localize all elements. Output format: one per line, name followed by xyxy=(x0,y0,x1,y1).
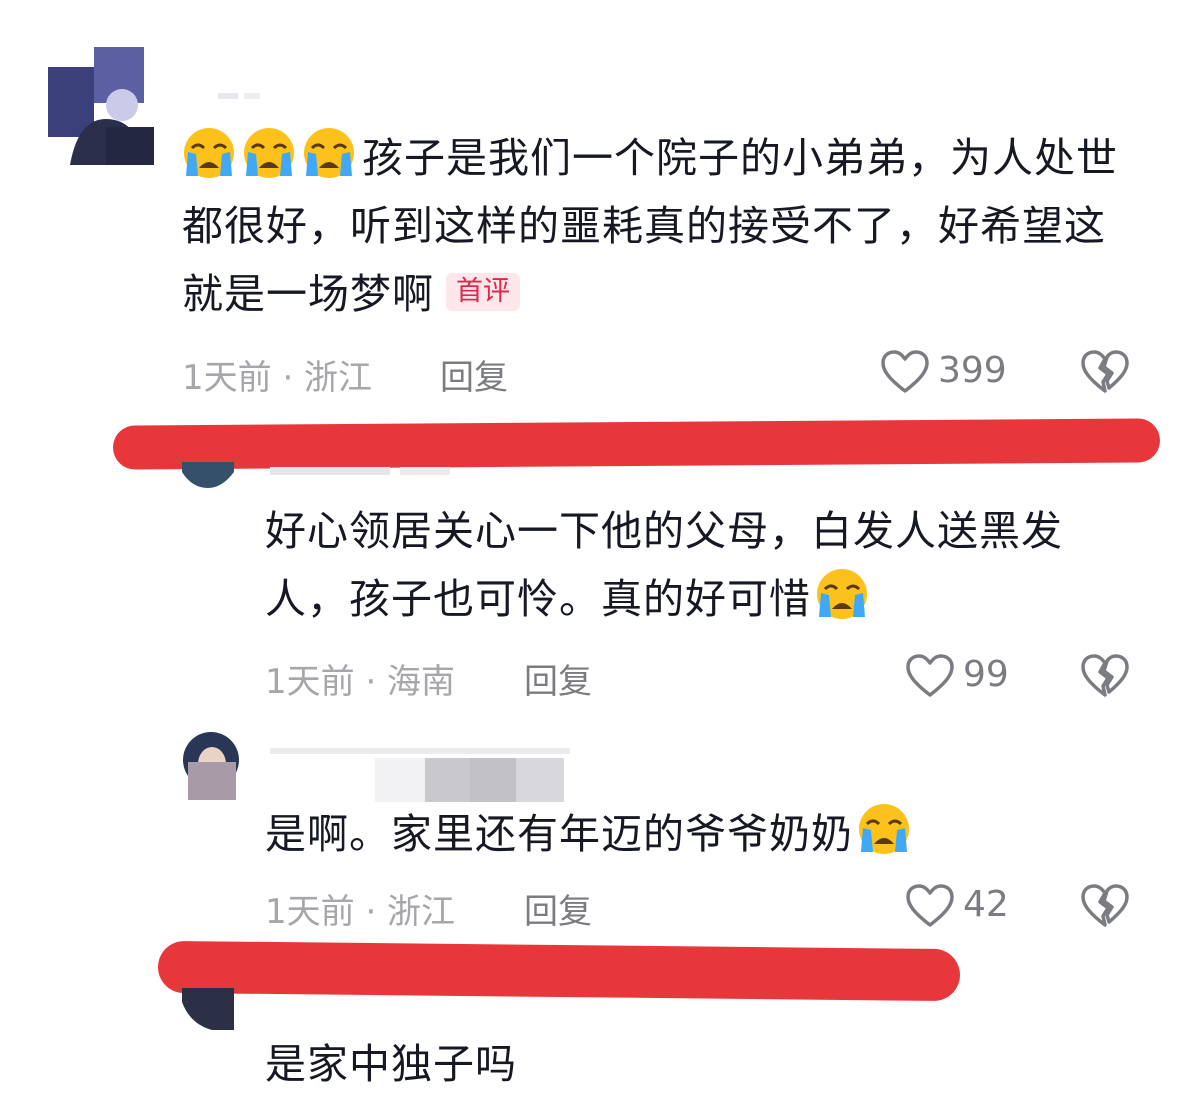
comment-body: 好心领居关心一下他的父母，白发人送黑发人，孩子也可怜。真的好可惜 xyxy=(265,507,1063,623)
like-count: 399 xyxy=(938,350,1007,391)
avatar[interactable] xyxy=(182,462,234,488)
dislike-button[interactable] xyxy=(1080,350,1130,394)
redaction-marker xyxy=(157,940,961,1002)
like-count: 99 xyxy=(963,654,1009,695)
username-redacted xyxy=(270,462,470,475)
crying-emoji-icon xyxy=(242,126,296,180)
broken-heart-icon xyxy=(1081,884,1129,927)
comment-body: 是家中独子吗 xyxy=(265,1040,517,1088)
comment-text: 是啊。家里还有年迈的爷爷奶奶 xyxy=(265,800,1115,868)
heart-outline-icon xyxy=(906,654,954,697)
broken-heart-icon xyxy=(1081,654,1129,697)
avatar-image xyxy=(182,462,234,488)
time-location: 1天前 · 浙江 xyxy=(265,892,456,932)
comment-text: 是家中独子吗 xyxy=(265,1030,1115,1098)
crying-emoji-icon xyxy=(182,126,236,180)
avatar-image xyxy=(182,730,240,800)
first-comment-badge: 首评 xyxy=(446,273,520,311)
heart-outline-icon xyxy=(906,884,954,927)
avatar-image xyxy=(48,47,154,165)
like-button[interactable]: 99 xyxy=(905,652,1020,700)
time-location: 1天前 · 浙江 xyxy=(182,358,373,398)
crying-emoji-icon xyxy=(857,802,911,856)
broken-heart-icon xyxy=(1081,350,1129,393)
comment-text: 好心领居关心一下他的父母，白发人送黑发人，孩子也可怜。真的好可惜 xyxy=(265,497,1115,633)
like-count: 42 xyxy=(963,884,1009,925)
heart-outline-icon xyxy=(881,350,929,393)
username-redacted xyxy=(210,86,270,100)
like-button[interactable]: 399 xyxy=(880,348,1020,396)
dislike-button[interactable] xyxy=(1080,884,1130,928)
comment-text: 孩子是我们一个院子的小弟弟，为人处世都很好，听到这样的噩耗真的接受不了，好希望这… xyxy=(182,124,1142,328)
reply-button[interactable]: 回复 xyxy=(524,884,592,933)
reply-button[interactable]: 回复 xyxy=(440,350,508,399)
dislike-button[interactable] xyxy=(1080,654,1130,698)
time-location: 1天前 · 海南 xyxy=(265,662,456,702)
comment-body: 是啊。家里还有年迈的爷爷奶奶 xyxy=(265,810,853,858)
avatar[interactable] xyxy=(182,988,234,1030)
reply-button[interactable]: 回复 xyxy=(524,654,592,703)
username-redacted xyxy=(270,742,570,804)
crying-emoji-icon xyxy=(302,126,356,180)
avatar[interactable] xyxy=(182,730,240,800)
like-button[interactable]: 42 xyxy=(905,882,1020,930)
crying-emoji-icon xyxy=(815,567,869,621)
avatar-image xyxy=(182,988,234,1030)
avatar[interactable] xyxy=(48,47,154,165)
